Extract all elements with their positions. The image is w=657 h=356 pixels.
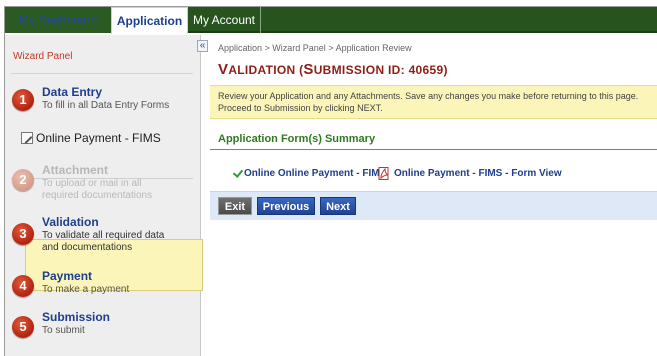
collapse-sidebar-button[interactable]: « (197, 40, 208, 52)
breadcrumb: Application > Wizard Panel > Application… (218, 43, 412, 53)
tab-application[interactable]: Application (111, 7, 188, 34)
step-number-badge: 5 (12, 316, 34, 338)
step-description: To validate all required data and docume… (42, 230, 165, 253)
step-number-badge: 3 (12, 223, 34, 245)
section-divider (210, 149, 657, 150)
top-navigation: My Dashboard Application My Account (5, 7, 657, 34)
pdf-icon[interactable] (378, 167, 390, 180)
step-title[interactable]: Payment (42, 269, 92, 283)
step-number-badge: 2 (12, 169, 34, 191)
tab-my-dashboard[interactable]: My Dashboard (5, 7, 111, 33)
step-description: To fill in all Data Entry Forms (42, 100, 170, 111)
wizard-panel-title: Wizard Panel (13, 51, 73, 62)
wizard-sidebar: Wizard Panel 1 Data Entry To fill in all… (5, 35, 203, 356)
checkmark-icon (232, 168, 244, 180)
step-title: Attachment (42, 163, 109, 177)
tab-my-account[interactable]: My Account (188, 7, 261, 33)
page-title: VALIDATION (SUBMISSION ID: 40659) (218, 61, 448, 78)
instruction-notice: Review your Application and any Attachme… (210, 85, 657, 119)
title-initial: S (303, 61, 314, 78)
title-initial: V (218, 61, 229, 78)
exit-button[interactable]: Exit (218, 197, 252, 215)
step-number-badge: 1 (12, 89, 34, 111)
step-description: To submit (42, 325, 85, 336)
next-button[interactable]: Next (320, 197, 356, 215)
sidebar-item-label[interactable]: Online Payment - FIMS (36, 131, 161, 145)
step-description: To make a payment (42, 284, 130, 295)
title-part: ALIDATION ( (228, 63, 304, 77)
action-bar: Exit Previous Next (210, 191, 657, 220)
step-title[interactable]: Validation (42, 215, 99, 229)
section-title: Application Form(s) Summary (218, 133, 376, 145)
step-description: To upload or mail in all required docume… (42, 178, 153, 201)
previous-button[interactable]: Previous (257, 197, 315, 215)
edit-form-icon (21, 132, 33, 144)
form-link[interactable]: Online Online Payment - FIMS (244, 168, 386, 179)
form-view-link[interactable]: Online Payment - FIMS - Form View (394, 168, 562, 179)
step-title[interactable]: Data Entry (42, 85, 102, 99)
step-number-badge: 4 (12, 275, 34, 297)
divider (11, 73, 193, 74)
title-part: UBMISSION ID: 40659) (313, 63, 448, 77)
app-frame: My Dashboard Application My Account Wiza… (4, 6, 657, 356)
step-title[interactable]: Submission (42, 310, 110, 324)
